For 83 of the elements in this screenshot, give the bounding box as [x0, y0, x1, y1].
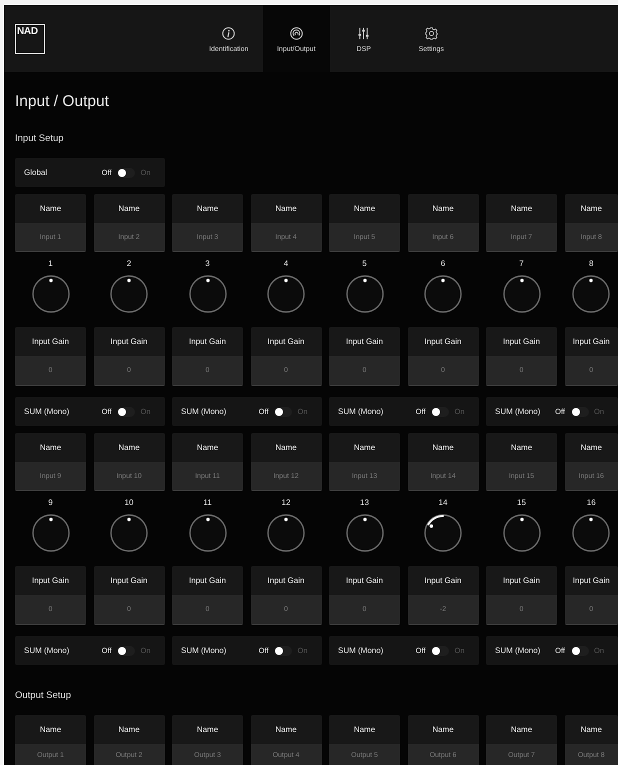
toggle-switch[interactable]: [431, 406, 450, 416]
info-icon: [222, 27, 236, 40]
toggle-switch[interactable]: [274, 406, 292, 416]
field-label: Name: [38, 724, 62, 736]
section-heading: Output Setup: [15, 690, 72, 702]
toggle-switch[interactable]: [570, 406, 589, 416]
gain-knob[interactable]: [423, 513, 463, 553]
channel-number: 14: [438, 497, 448, 509]
settings-icon: [424, 27, 438, 40]
field-label: Input Gain: [188, 336, 227, 348]
field-label: Input Gain: [424, 575, 462, 587]
field-label: Input Gain: [424, 336, 462, 348]
toggle-label: SUM (Mono): [338, 407, 384, 416]
field-label: Input Gain: [502, 336, 541, 348]
channel-number: 6: [440, 258, 446, 270]
field-label: Name: [352, 724, 376, 736]
page-title: Input / Output: [15, 92, 110, 112]
toggle-switch[interactable]: [117, 646, 136, 656]
channel-number: 5: [362, 258, 367, 270]
toggle-label: SUM (Mono): [495, 646, 540, 655]
field-label: Input Gain: [502, 575, 541, 587]
field-label: Name: [196, 442, 220, 454]
field-label: Name: [431, 442, 455, 454]
field-label: Name: [117, 724, 141, 736]
field-label: Name: [196, 724, 220, 736]
section-heading: Input Setup: [15, 133, 65, 145]
field-label: Name: [510, 203, 534, 215]
toggle-switch[interactable]: [117, 406, 136, 416]
toggle-label: SUM (Mono): [24, 646, 70, 655]
field-label: Name: [38, 203, 62, 215]
channel-number: 3: [205, 258, 210, 270]
channel-number: 13: [360, 497, 369, 509]
field-label: Input Gain: [31, 575, 70, 587]
field-label: Name: [580, 203, 603, 215]
channel-number: 8: [589, 258, 594, 270]
field-label: Name: [274, 442, 298, 454]
toggle-switch[interactable]: [431, 646, 450, 656]
field-label: Name: [580, 724, 603, 736]
channel-number: 7: [519, 258, 524, 270]
field-label: Name: [510, 724, 534, 736]
field-label: Input Gain: [110, 336, 148, 348]
toggle-label: SUM (Mono): [181, 646, 226, 655]
field-label: Input Gain: [110, 575, 148, 587]
toggle-switch[interactable]: [117, 168, 136, 178]
toggle-switch[interactable]: [274, 646, 292, 656]
field-label: Name: [580, 442, 603, 454]
toggle-label: SUM (Mono): [24, 407, 70, 416]
toggle-label: SUM (Mono): [495, 407, 540, 416]
channel-number: 9: [48, 497, 53, 509]
field-label: Name: [196, 203, 220, 215]
channel-number: 2: [126, 258, 132, 270]
field-label: Input Gain: [345, 336, 384, 348]
field-label: Input Gain: [572, 336, 611, 348]
toggle-label: SUM (Mono): [181, 407, 226, 416]
sliders-icon: [357, 27, 370, 40]
field-label: Name: [117, 203, 141, 215]
field-label: Input Gain: [572, 575, 611, 587]
field-label: Name: [352, 203, 376, 215]
field-label: Input Gain: [31, 336, 70, 348]
field-label: Input Gain: [345, 575, 384, 587]
logo: NAD: [15, 24, 45, 54]
field-label: Name: [117, 442, 141, 454]
field-label: Name: [431, 203, 455, 215]
field-label: Input Gain: [188, 575, 227, 587]
channel-number: 16: [586, 497, 596, 509]
channel-number: 12: [282, 497, 290, 509]
channel-number: 4: [284, 258, 288, 270]
channel-number: 11: [203, 497, 212, 509]
field-label: Name: [274, 203, 298, 215]
toggle-label: SUM (Mono): [338, 646, 384, 655]
field-label: Name: [352, 442, 376, 454]
dial-icon: [290, 27, 303, 40]
field-label: Name: [38, 442, 62, 454]
field-label: Name: [431, 724, 455, 736]
field-label: Input Gain: [266, 336, 306, 348]
field-label: Input Gain: [266, 575, 306, 587]
channel-number: 1: [48, 258, 53, 270]
channel-number: 10: [124, 497, 134, 509]
channel-number: 15: [517, 497, 526, 509]
field-label: Name: [274, 724, 298, 736]
field-label: Name: [510, 442, 534, 454]
toggle-label: Global: [24, 168, 48, 177]
toggle-switch[interactable]: [570, 646, 589, 656]
